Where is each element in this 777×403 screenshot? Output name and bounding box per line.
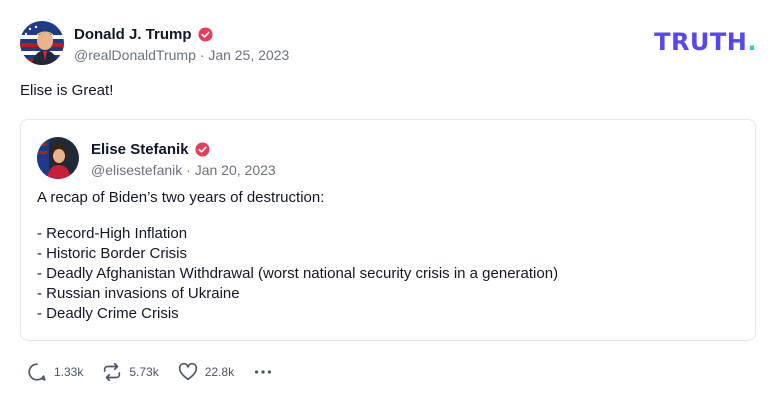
like-button[interactable]: 22.8k [177, 361, 234, 383]
author-info: Donald J. Trump @realDonaldTrump · Jan 2… [74, 23, 289, 64]
meta-separator: · [182, 162, 195, 178]
author-name-row: Donald J. Trump [74, 23, 289, 45]
heart-icon [178, 362, 197, 381]
retruth-count: 5.73k [129, 365, 159, 379]
verified-badge-icon [197, 26, 213, 42]
quoted-author-name-row: Elise Stefanik [91, 138, 276, 160]
post-actions: 1.33k 5.73k 22.8k [26, 361, 274, 383]
ellipsis-icon [255, 370, 272, 374]
list-item: - Deadly Crime Crisis [37, 305, 179, 322]
quoted-author-handle[interactable]: @elisestefanik [91, 162, 182, 178]
meta-separator: · [195, 47, 209, 63]
quoted-post-date[interactable]: Jan 20, 2023 [195, 162, 276, 178]
quoted-author-meta: @elisestefanik · Jan 20, 2023 [91, 162, 276, 178]
post-text: Elise is Great! [20, 82, 114, 99]
quoted-author-name[interactable]: Elise Stefanik [91, 141, 189, 158]
reply-count: 1.33k [54, 365, 84, 379]
list-item: - Russian invasions of Ukraine [37, 285, 240, 302]
verified-badge-icon [195, 141, 210, 157]
author-name[interactable]: Donald J. Trump [74, 26, 192, 43]
list-item: - Record-High Inflation [37, 225, 188, 242]
truth-logo-word: TRUTH [654, 28, 748, 56]
list-item: - Deadly Afghanistan Withdrawal (worst n… [37, 265, 559, 282]
truth-logo-dot: . [747, 28, 757, 56]
quoted-post-header: Elise Stefanik @elisestefanik · Jan 20, … [37, 137, 276, 179]
retruth-button[interactable]: 5.73k [101, 361, 159, 383]
reply-icon [28, 363, 46, 381]
post-header: Donald J. Trump @realDonaldTrump · Jan 2… [20, 20, 289, 66]
author-meta: @realDonaldTrump · Jan 25, 2023 [74, 47, 289, 63]
flag-portrait-avatar-icon [20, 21, 64, 65]
list-item: - Historic Border Crisis [37, 245, 188, 262]
author-handle[interactable]: @realDonaldTrump [74, 47, 196, 63]
more-options-button[interactable] [252, 361, 274, 383]
author-avatar[interactable] [20, 21, 64, 65]
quoted-post-body: A recap of Biden’s two years of destruct… [37, 188, 558, 324]
quoted-author-info: Elise Stefanik @elisestefanik · Jan 20, … [91, 138, 276, 179]
quoted-post[interactable]: Elise Stefanik @elisestefanik · Jan 20, … [20, 119, 756, 341]
truth-post: Donald J. Trump @realDonaldTrump · Jan 2… [0, 0, 777, 403]
portrait-avatar-icon [37, 137, 79, 179]
truth-logo: TRUTH. [654, 28, 757, 56]
retruth-icon [104, 362, 121, 382]
quoted-post-intro: A recap of Biden’s two years of destruct… [37, 189, 325, 206]
like-count: 22.8k [204, 365, 235, 379]
reply-button[interactable]: 1.33k [26, 361, 83, 383]
quoted-post-list: - Record-High Inflation - Historic Borde… [37, 224, 558, 324]
quoted-author-avatar[interactable] [37, 137, 79, 179]
post-date[interactable]: Jan 25, 2023 [208, 47, 289, 63]
